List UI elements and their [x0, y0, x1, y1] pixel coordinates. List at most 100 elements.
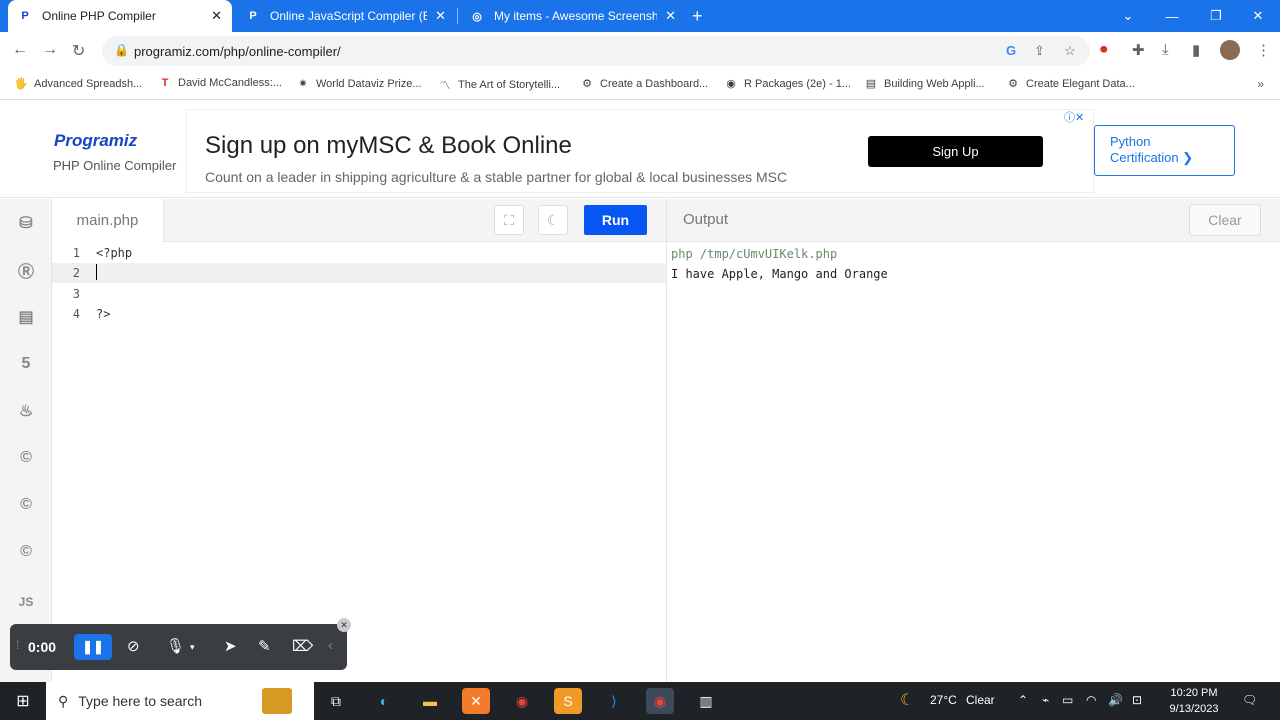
share-icon[interactable]: ⇪: [1034, 43, 1045, 59]
download-icon[interactable]: ⤓: [1162, 41, 1169, 58]
vscode-icon[interactable]: ⟩: [600, 688, 628, 714]
c-language-icon[interactable]: ©: [10, 442, 42, 474]
python-icon[interactable]: ⛁: [10, 207, 42, 239]
network-icon[interactable]: ⌁: [1042, 693, 1049, 707]
bookmark-advanced-spreadsheets[interactable]: 🖐 Advanced Spreadsh...: [14, 77, 142, 91]
bookmarks-bar: 🖐 Advanced Spreadsh... T David McCandless:…: [0, 70, 1280, 100]
new-tab-icon[interactable]: +: [692, 6, 703, 27]
programiz-favicon-icon: P: [249, 10, 257, 22]
output-command: php /tmp/cUmvUIKelk.php: [671, 247, 838, 261]
weather-moon-icon: ☾: [900, 692, 915, 709]
fullscreen-icon[interactable]: ⛶: [494, 205, 524, 235]
file-tab-main-php[interactable]: main.php: [52, 199, 164, 242]
chrome-active-icon[interactable]: ◉: [646, 688, 674, 714]
notifications-icon[interactable]: 🗨: [1242, 693, 1257, 707]
extensions-puzzle-icon[interactable]: ✚: [1132, 41, 1145, 59]
minimize-icon[interactable]: —: [1150, 0, 1194, 32]
bookmark-star-icon[interactable]: ☆: [1064, 43, 1076, 59]
r-language-icon[interactable]: Ⓡ: [10, 254, 42, 286]
restore-icon[interactable]: ❐: [1194, 0, 1238, 32]
weather-description[interactable]: Clear: [966, 693, 995, 707]
windows-start-icon[interactable]: ⊞: [0, 682, 46, 720]
bookmark-create-elegant-data[interactable]: ⚙ Create Elegant Data...: [1006, 77, 1135, 91]
weather-temperature[interactable]: 27°C: [930, 693, 957, 707]
sql-database-icon[interactable]: ▤: [10, 301, 42, 333]
close-tab-icon[interactable]: ✕: [435, 8, 446, 24]
code-line: 1 <?php: [52, 243, 666, 263]
tab-my-items-awesome-screenshot[interactable]: ◎ My items - Awesome Screenshot ✕: [460, 0, 686, 32]
clear-annotations-icon[interactable]: ⌦: [292, 637, 313, 655]
menu-dots-icon[interactable]: ⋮: [1256, 41, 1271, 59]
tab-online-php-compiler[interactable]: P Online PHP Compiler ✕: [8, 0, 232, 32]
bookmark-r-packages[interactable]: ◉ R Packages (2e) - 1...: [724, 77, 851, 91]
editor-toolbar: main.php ⛶ ☾ Run: [52, 199, 666, 242]
language-icon[interactable]: ⊡: [1132, 693, 1142, 707]
wifi-icon[interactable]: ◠: [1086, 693, 1096, 707]
profile-avatar[interactable]: [1220, 40, 1240, 60]
output-console: php /tmp/cUmvUIKelk.php I have Apple, Ma…: [666, 242, 1280, 682]
java-icon[interactable]: ♨: [10, 395, 42, 427]
battery-icon[interactable]: ▭: [1062, 693, 1073, 707]
clear-button[interactable]: Clear: [1189, 204, 1261, 236]
tab-online-javascript-compiler[interactable]: P Online JavaScript Compiler (Edit ✕: [236, 0, 456, 32]
camera-off-icon[interactable]: ⊘: [127, 637, 140, 655]
site-header: Programiz PHP Online Compiler Sign up on…: [0, 101, 1280, 198]
chrome-icon[interactable]: ◉: [508, 688, 536, 714]
chrome-favicon-icon: ◎: [472, 10, 482, 23]
collapse-chevron-icon[interactable]: ‹: [328, 637, 333, 654]
task-view-icon[interactable]: ⧉: [322, 688, 350, 714]
close-window-icon[interactable]: ✕: [1236, 0, 1280, 32]
sublime-text-icon[interactable]: S: [554, 688, 582, 714]
advertisement-banner[interactable]: Sign up on myMSC & Book Online Count on …: [186, 109, 1094, 193]
bookmark-building-web-applications[interactable]: ▤ Building Web Appli...: [864, 77, 985, 91]
code-line: 4 ?>: [52, 304, 666, 324]
edge-icon[interactable]: ◐: [370, 688, 398, 714]
bookmark-create-a-dashboard[interactable]: ⚙ Create a Dashboard...: [580, 77, 708, 91]
close-tab-icon[interactable]: ✕: [665, 8, 676, 24]
side-panel-icon[interactable]: ▮: [1192, 41, 1200, 59]
ad-close-icon[interactable]: ⓘ✕: [1064, 109, 1084, 125]
line-number: 4: [72, 307, 80, 321]
forward-icon[interactable]: →: [42, 41, 58, 59]
pointer-icon[interactable]: ➤: [224, 637, 237, 655]
reload-icon[interactable]: ↻: [72, 41, 85, 61]
pause-recording-button[interactable]: ❚❚: [74, 634, 112, 660]
drag-handle-icon[interactable]: ⁞: [16, 638, 19, 652]
python-certification-button[interactable]: Python Certification ❯: [1094, 125, 1235, 176]
microphone-dropdown-icon[interactable]: ▾: [190, 642, 195, 653]
run-button[interactable]: Run: [584, 205, 647, 235]
tab-search-chevron-icon[interactable]: ⌄: [1106, 0, 1150, 32]
file-explorer-icon[interactable]: ▬: [416, 688, 444, 714]
google-icon[interactable]: G: [1006, 43, 1016, 58]
taskbar-search-box[interactable]: ⚲ Type here to search: [46, 682, 314, 720]
javascript-icon[interactable]: JS: [10, 586, 42, 618]
csharp-language-icon[interactable]: ©: [10, 536, 42, 568]
address-bar[interactable]: 🔒 programiz.com/php/online-compiler/ G ⇪…: [102, 36, 1090, 66]
bookmark-david-mccandless[interactable]: T David McCandless:...: [158, 77, 282, 89]
ad-sign-up-button[interactable]: Sign Up: [868, 136, 1043, 167]
microphone-icon[interactable]: 🎙: [166, 637, 185, 655]
bookmark-world-dataviz-prize[interactable]: ✷ World Dataviz Prize...: [296, 77, 421, 91]
taskbar-clock[interactable]: 10:20 PM 9/13/2023: [1166, 685, 1222, 717]
clock-date: 9/13/2023: [1169, 703, 1219, 715]
code-editor[interactable]: 1 <?php 2 3 4 ?>: [52, 242, 666, 682]
back-icon[interactable]: ←: [12, 41, 28, 59]
html5-icon[interactable]: 5: [10, 348, 42, 380]
recorder-app-icon[interactable]: ▥: [692, 688, 720, 714]
browser-toolbar: ← → ↻ 🔒 programiz.com/php/online-compile…: [0, 32, 1280, 70]
programiz-logo[interactable]: Programiz: [54, 131, 137, 151]
output-result: I have Apple, Mango and Orange: [671, 267, 888, 281]
cpp-language-icon[interactable]: ©: [10, 489, 42, 521]
xampp-icon[interactable]: ✕: [462, 688, 490, 714]
volume-icon[interactable]: 🔊: [1108, 693, 1123, 707]
bookmark-art-of-storytelling[interactable]: 〽 The Art of Storytelli...: [438, 77, 561, 93]
close-tab-icon[interactable]: ✕: [211, 8, 222, 24]
recorder-close-icon[interactable]: ✕: [337, 618, 351, 632]
pen-icon[interactable]: ✎: [258, 637, 271, 655]
screen-recorder-extension-icon[interactable]: ⏺: [1100, 41, 1108, 58]
more-bookmarks-icon[interactable]: »: [1257, 77, 1264, 91]
recording-time: 0:00: [28, 639, 57, 655]
dark-mode-moon-icon[interactable]: ☾: [538, 205, 568, 235]
show-hidden-icons-icon[interactable]: ⌃: [1018, 693, 1028, 707]
line-code: <?php: [96, 246, 133, 260]
